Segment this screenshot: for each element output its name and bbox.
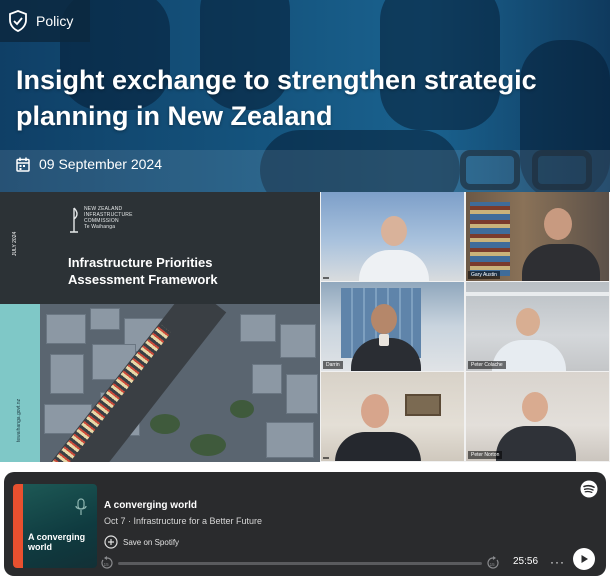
- commission-logo-icon: [70, 207, 78, 233]
- cover-title: A converging world: [28, 532, 86, 552]
- rewind-label: 15: [104, 562, 110, 567]
- video-tile: [321, 192, 464, 281]
- video-tile: Gary Austin: [466, 192, 609, 281]
- forward-15-button[interactable]: 15: [486, 556, 500, 575]
- progress-bar[interactable]: [118, 562, 482, 565]
- forward-label: 15: [490, 562, 496, 567]
- report-title: Infrastructure Priorities Assessment Fra…: [68, 255, 218, 287]
- date-text: 09 September 2024: [39, 156, 162, 172]
- more-options-button[interactable]: ···: [550, 555, 565, 569]
- participant-name: Gary Austin: [468, 271, 500, 279]
- video-call-grid: Gary Austin Darrin Peter Colache Peter N…: [320, 192, 610, 462]
- participant-name: Peter Colache: [468, 361, 506, 369]
- rewind-15-icon: 15: [101, 556, 113, 569]
- video-tile: Peter Colache: [466, 282, 609, 371]
- save-label: Save on Spotify: [123, 537, 180, 547]
- article-image: JULY 2024 tewaihanga.govt.nz NEW ZEALAND…: [0, 192, 610, 462]
- commission-logo: NEW ZEALAND INFRASTRUCTURE COMMISSION Te…: [68, 206, 133, 236]
- report-month: JULY 2024: [12, 231, 18, 256]
- video-tile: [321, 372, 464, 461]
- play-icon: [581, 555, 588, 563]
- participant-name: [323, 277, 329, 279]
- microphone-icon: [75, 498, 87, 515]
- report-cover: JULY 2024 tewaihanga.govt.nz NEW ZEALAND…: [0, 192, 320, 462]
- shield-check-icon: [9, 10, 27, 32]
- badge-label: Policy: [36, 13, 74, 29]
- participant-name: [323, 457, 329, 459]
- logo-line-4: Te Waihanga: [84, 224, 116, 230]
- play-button[interactable]: [573, 548, 595, 570]
- cover-accent-strip: [13, 484, 23, 568]
- video-tile: Darrin: [321, 282, 464, 371]
- episode-title[interactable]: A converging world: [104, 500, 197, 511]
- video-tile: Peter Norton: [466, 372, 609, 461]
- publish-date: 09 September 2024: [16, 156, 162, 172]
- calendar-icon: [16, 157, 30, 172]
- plus-circle-icon: [104, 535, 118, 549]
- participant-name: Darrin: [323, 361, 343, 369]
- rewind-15-button[interactable]: 15: [100, 556, 114, 575]
- episode-duration: 25:56: [513, 556, 539, 567]
- save-on-spotify-button[interactable]: Save on Spotify: [104, 535, 179, 549]
- category-badge[interactable]: Policy: [0, 0, 90, 42]
- forward-15-icon: 15: [487, 556, 499, 569]
- hero-banner: Policy Insight exchange to strengthen st…: [0, 0, 610, 192]
- report-site: tewaihanga.govt.nz: [16, 398, 22, 442]
- episode-cover[interactable]: A converging world: [13, 484, 97, 568]
- spotify-logo-icon[interactable]: [580, 480, 598, 498]
- city-aerial-photo: [40, 304, 320, 462]
- episode-subtitle[interactable]: Oct 7 · Infrastructure for a Better Futu…: [104, 516, 262, 526]
- participant-name: Peter Norton: [468, 451, 503, 459]
- page-title: Insight exchange to strengthen strategic…: [16, 65, 537, 131]
- podcast-player: A converging world A converging world Oc…: [4, 472, 606, 576]
